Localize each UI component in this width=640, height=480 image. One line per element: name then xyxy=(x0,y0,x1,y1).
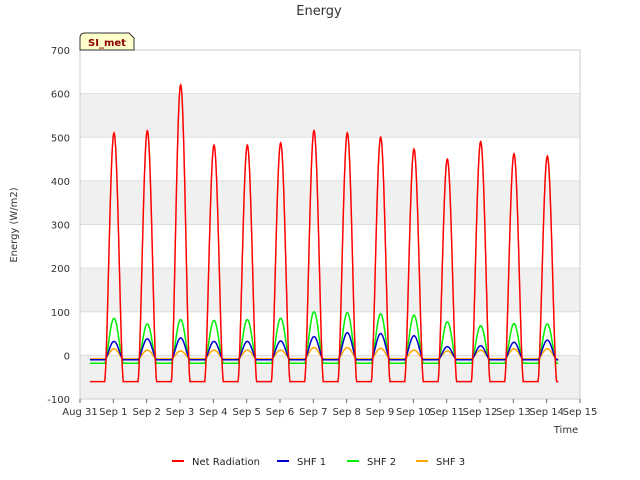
x-tick-label: Sep 8 xyxy=(332,407,360,418)
legend: Net Radiation SHF 1 SHF 2 SHF 3 xyxy=(172,457,465,468)
x-tick-label: Sep 6 xyxy=(266,407,294,418)
legend-label: SHF 3 xyxy=(436,457,465,468)
band xyxy=(80,180,580,225)
x-tick-label: Sep 2 xyxy=(132,407,160,418)
x-tick-label: Sep 10 xyxy=(396,407,431,418)
y-tick-label: 400 xyxy=(51,177,70,188)
x-tick-label: Sep 5 xyxy=(232,407,260,418)
y-tick-label: 0 xyxy=(64,351,70,362)
legend-label: SHF 2 xyxy=(367,457,396,468)
badge-label: SI_met xyxy=(88,38,126,49)
y-tick-label: 600 xyxy=(51,90,70,101)
x-tick-label: Sep 4 xyxy=(199,407,227,418)
x-tick-label: Sep 1 xyxy=(99,407,127,418)
y-tick-label: 500 xyxy=(51,133,70,144)
chart-title: Energy xyxy=(296,4,342,19)
band xyxy=(80,93,580,138)
x-tick-label: Sep 13 xyxy=(496,407,531,418)
x-tick-label: Aug 31 xyxy=(62,407,97,418)
y-tick-label: 300 xyxy=(51,221,70,232)
y-tick-label: 100 xyxy=(51,308,70,319)
legend-label: SHF 1 xyxy=(297,457,326,468)
x-tick-label: Sep 7 xyxy=(299,407,327,418)
site-badge: SI_met xyxy=(79,32,135,51)
y-axis: -100 0 100 200 300 400 500 600 700 xyxy=(47,46,70,406)
y-tick-label: 200 xyxy=(51,264,70,275)
x-tick-label: Sep 9 xyxy=(366,407,394,418)
legend-label: Net Radiation xyxy=(192,457,260,468)
y-axis-label: Energy (W/m2) xyxy=(9,187,20,262)
band xyxy=(80,268,580,312)
x-tick-label: Sep 12 xyxy=(463,407,498,418)
x-tick-label: Sep 11 xyxy=(429,407,464,418)
x-axis: Aug 31 Sep 1 Sep 2 Sep 3 Sep 4 Sep 5 Sep 6 Sep … xyxy=(62,399,597,418)
x-tick-label: Sep 15 xyxy=(563,407,598,418)
y-tick-label: 700 xyxy=(51,46,70,57)
y-tick-label: -100 xyxy=(47,395,70,406)
x-tick-label: Sep 3 xyxy=(166,407,194,418)
x-axis-label: Time xyxy=(553,425,578,436)
x-tick-label: Sep 14 xyxy=(529,407,564,418)
energy-chart: -100 0 100 200 300 400 500 600 700 Aug 31 Sep 1 Se… xyxy=(9,4,597,468)
